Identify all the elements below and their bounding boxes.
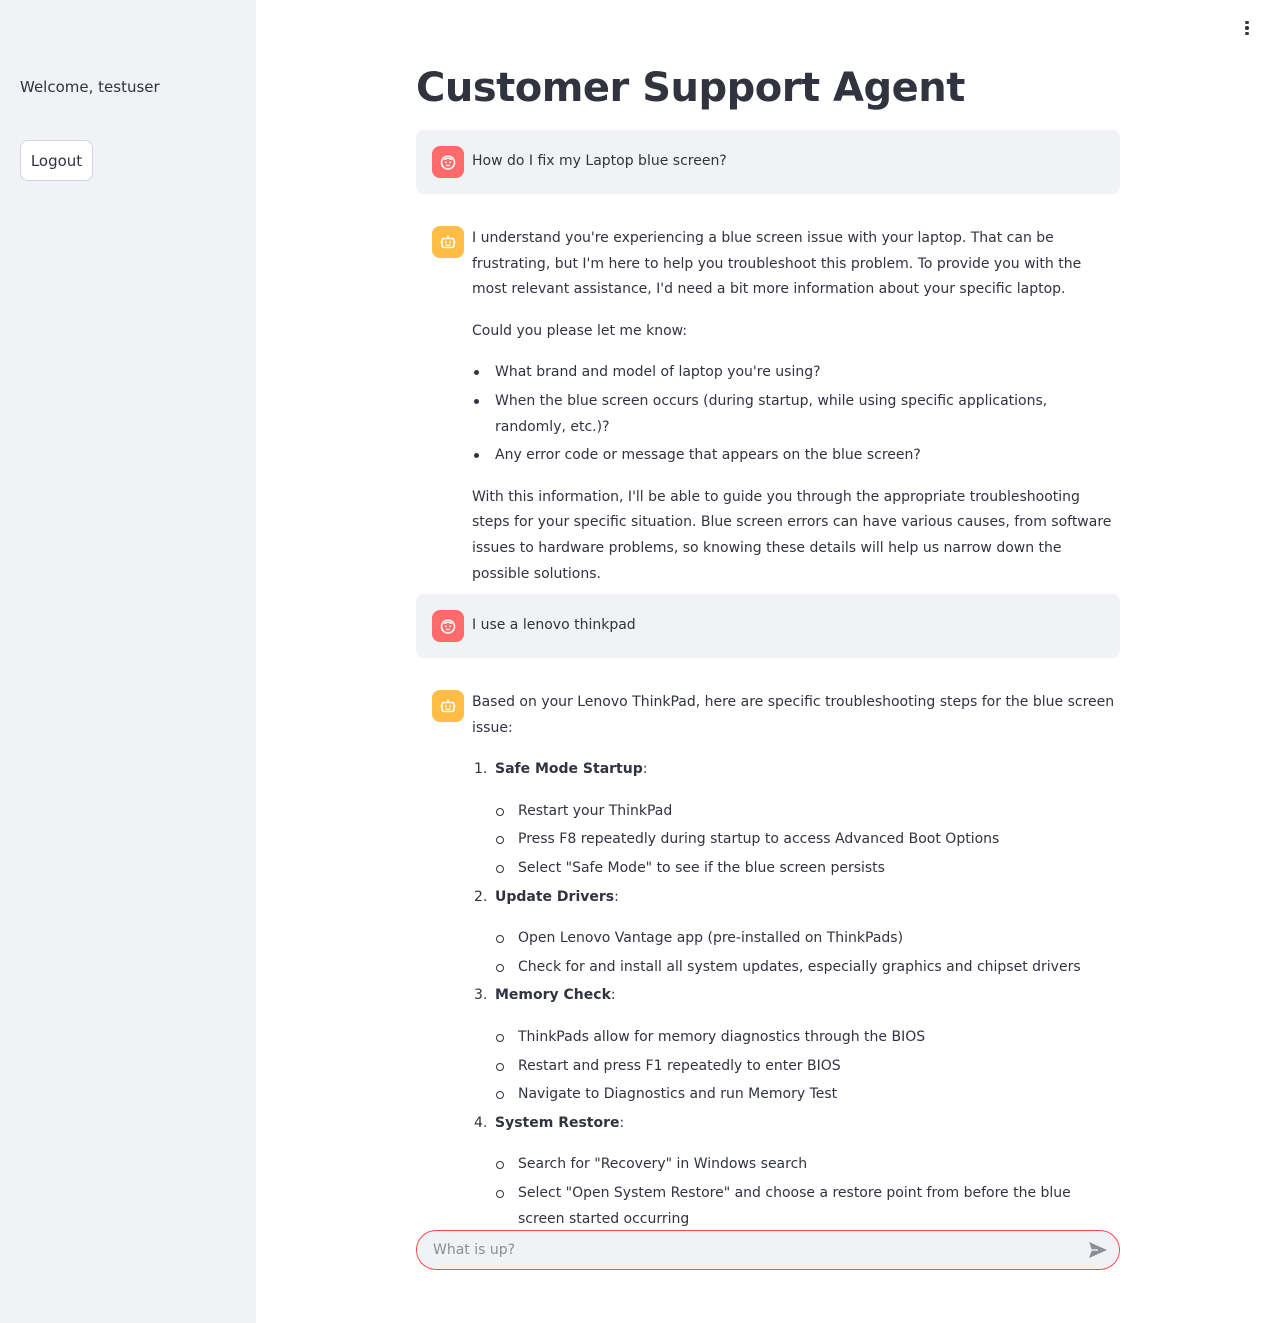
message-paragraph: Based on your Lenovo ThinkPad, here are … <box>472 694 1115 736</box>
message-content: I understand you're experiencing a blue … <box>472 226 1120 587</box>
step-number: 4. <box>474 1114 488 1131</box>
list-item: Any error code or message that appears o… <box>472 443 1120 469</box>
list-item: Restart and press F1 repeatedly to enter… <box>495 1054 1120 1080</box>
step-title: Safe Mode Startup <box>495 761 643 778</box>
sub-list: Search for "Recovery" in Windows search … <box>495 1152 1120 1232</box>
step-item: 2. Update Drivers: Open Lenovo Vantage a… <box>472 885 1120 981</box>
sidebar: Welcome, testuser Logout <box>0 0 256 1323</box>
kebab-menu-icon[interactable] <box>1236 17 1258 39</box>
chat-message-assistant: Based on your Lenovo ThinkPad, here are … <box>416 674 1120 1227</box>
chat-message-assistant: I understand you're experiencing a blue … <box>416 210 1120 582</box>
step-item: 4. System Restore: Search for "Recovery"… <box>472 1111 1120 1232</box>
user-face-icon <box>432 146 464 178</box>
list-item: ThinkPads allow for memory diagnostics t… <box>495 1025 1120 1051</box>
message-content: Based on your Lenovo ThinkPad, here are … <box>472 690 1120 1235</box>
sub-list: Restart your ThinkPad Press F8 repeatedl… <box>495 799 1120 882</box>
list-item: Select "Open System Restore" and choose … <box>495 1181 1120 1232</box>
numbered-list: 1. Safe Mode Startup: Restart your Think… <box>472 757 1120 1232</box>
logout-button[interactable]: Logout <box>20 140 93 181</box>
message-text: How do I fix my Laptop blue screen? <box>472 153 727 169</box>
robot-icon <box>432 690 464 722</box>
chat-input-container <box>416 1230 1120 1270</box>
step-title: System Restore <box>495 1114 620 1131</box>
chat-message-user: I use a lenovo thinkpad <box>416 594 1120 658</box>
message-paragraph: Could you please let me know: <box>472 322 688 339</box>
step-number: 2. <box>474 888 488 905</box>
robot-icon <box>432 226 464 258</box>
send-icon[interactable] <box>1087 1240 1109 1260</box>
step-item: 1. Safe Mode Startup: Restart your Think… <box>472 757 1120 881</box>
chat-input[interactable] <box>433 1231 1073 1269</box>
message-text: I use a lenovo thinkpad <box>472 617 636 633</box>
app-root: Welcome, testuser Logout Customer Suppor… <box>0 0 1277 1323</box>
step-item: 3. Memory Check: ThinkPads allow for mem… <box>472 983 1120 1107</box>
step-number: 1. <box>474 761 488 778</box>
sub-list: ThinkPads allow for memory diagnostics t… <box>495 1025 1120 1108</box>
list-item: Search for "Recovery" in Windows search <box>495 1152 1120 1178</box>
bullet-list: What brand and model of laptop you're us… <box>472 360 1120 468</box>
step-number: 3. <box>474 987 488 1004</box>
list-item: Open Lenovo Vantage app (pre-installed o… <box>495 926 1120 952</box>
list-item: Press F8 repeatedly during startup to ac… <box>495 827 1120 853</box>
sub-list: Open Lenovo Vantage app (pre-installed o… <box>495 926 1120 980</box>
page-title: Customer Support Agent <box>416 65 965 111</box>
step-title: Memory Check <box>495 987 611 1004</box>
user-face-icon <box>432 610 464 642</box>
list-item: Check for and install all system updates… <box>495 955 1120 981</box>
message-paragraph: I understand you're experiencing a blue … <box>472 230 1082 298</box>
list-item: What brand and model of laptop you're us… <box>472 360 1120 386</box>
list-item: When the blue screen occurs (during star… <box>472 389 1120 440</box>
message-paragraph: With this information, I'll be able to g… <box>472 488 1112 582</box>
list-item: Select "Safe Mode" to see if the blue sc… <box>495 856 1120 882</box>
list-item: Navigate to Diagnostics and run Memory T… <box>495 1082 1120 1108</box>
chat-message-user: How do I fix my Laptop blue screen? <box>416 130 1120 194</box>
step-title: Update Drivers <box>495 888 615 905</box>
welcome-text: Welcome, testuser <box>20 78 160 96</box>
list-item: Restart your ThinkPad <box>495 799 1120 825</box>
